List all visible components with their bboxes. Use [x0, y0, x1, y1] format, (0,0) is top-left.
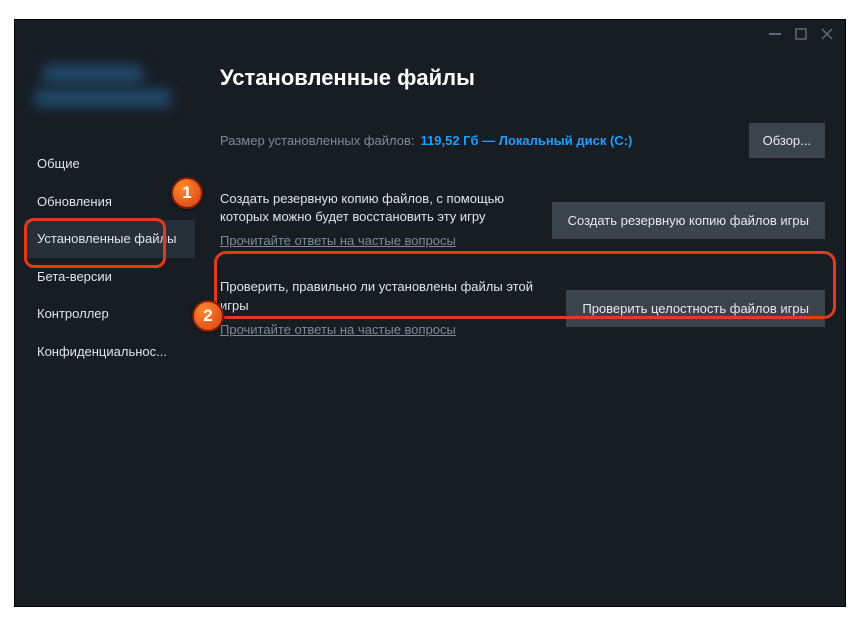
game-title-blurred — [31, 65, 171, 115]
verify-row: Проверить, правильно ли установлены файл… — [220, 278, 825, 338]
installed-size-label: Размер установленных файлов: — [220, 133, 415, 148]
sidebar-item-label: Общие — [37, 156, 80, 171]
installed-size-value: 119,52 Гб — Локальный диск (C:) — [421, 133, 633, 148]
sidebar-item-privacy[interactable]: Конфиденциальнос... — [25, 333, 195, 371]
sidebar-item-label: Бета-версии — [37, 269, 112, 284]
maximize-icon[interactable] — [795, 28, 807, 40]
sidebar-item-general[interactable]: Общие — [25, 145, 195, 183]
backup-button[interactable]: Создать резервную копию файлов игры — [552, 202, 825, 239]
backup-desc-text: Создать резервную копию файлов, с помощь… — [220, 190, 532, 226]
verify-desc-text: Проверить, правильно ли установлены файл… — [220, 278, 546, 314]
window-controls — [769, 20, 845, 48]
sidebar-item-label: Контроллер — [37, 306, 109, 321]
sidebar-item-label: Конфиденциальнос... — [37, 344, 167, 359]
backup-faq-link[interactable]: Прочитайте ответы на частые вопросы — [220, 233, 456, 248]
backup-row: Создать резервную копию файлов, с помощь… — [220, 190, 825, 250]
close-icon[interactable] — [821, 28, 833, 40]
sidebar-item-installed-files[interactable]: Установленные файлы — [25, 220, 195, 258]
minimize-icon[interactable] — [769, 28, 781, 40]
sidebar-item-betas[interactable]: Бета-версии — [25, 258, 195, 296]
settings-window: Общие Обновления Установленные файлы Бет… — [14, 19, 846, 607]
settings-sidebar: Общие Обновления Установленные файлы Бет… — [25, 145, 195, 370]
verify-faq-link[interactable]: Прочитайте ответы на частые вопросы — [220, 322, 456, 337]
content-panel: Установленные файлы Размер установленных… — [220, 65, 825, 367]
verify-desc-block: Проверить, правильно ли установлены файл… — [220, 278, 546, 338]
page-title: Установленные файлы — [220, 65, 825, 91]
installed-size-row: Размер установленных файлов: 119,52 Гб —… — [220, 123, 825, 158]
sidebar-item-label: Обновления — [37, 194, 112, 209]
browse-button[interactable]: Обзор... — [749, 123, 825, 158]
backup-desc-block: Создать резервную копию файлов, с помощь… — [220, 190, 532, 250]
sidebar-item-controller[interactable]: Контроллер — [25, 295, 195, 333]
sidebar-item-updates[interactable]: Обновления — [25, 183, 195, 221]
verify-button[interactable]: Проверить целостность файлов игры — [566, 290, 825, 327]
sidebar-item-label: Установленные файлы — [37, 231, 176, 246]
